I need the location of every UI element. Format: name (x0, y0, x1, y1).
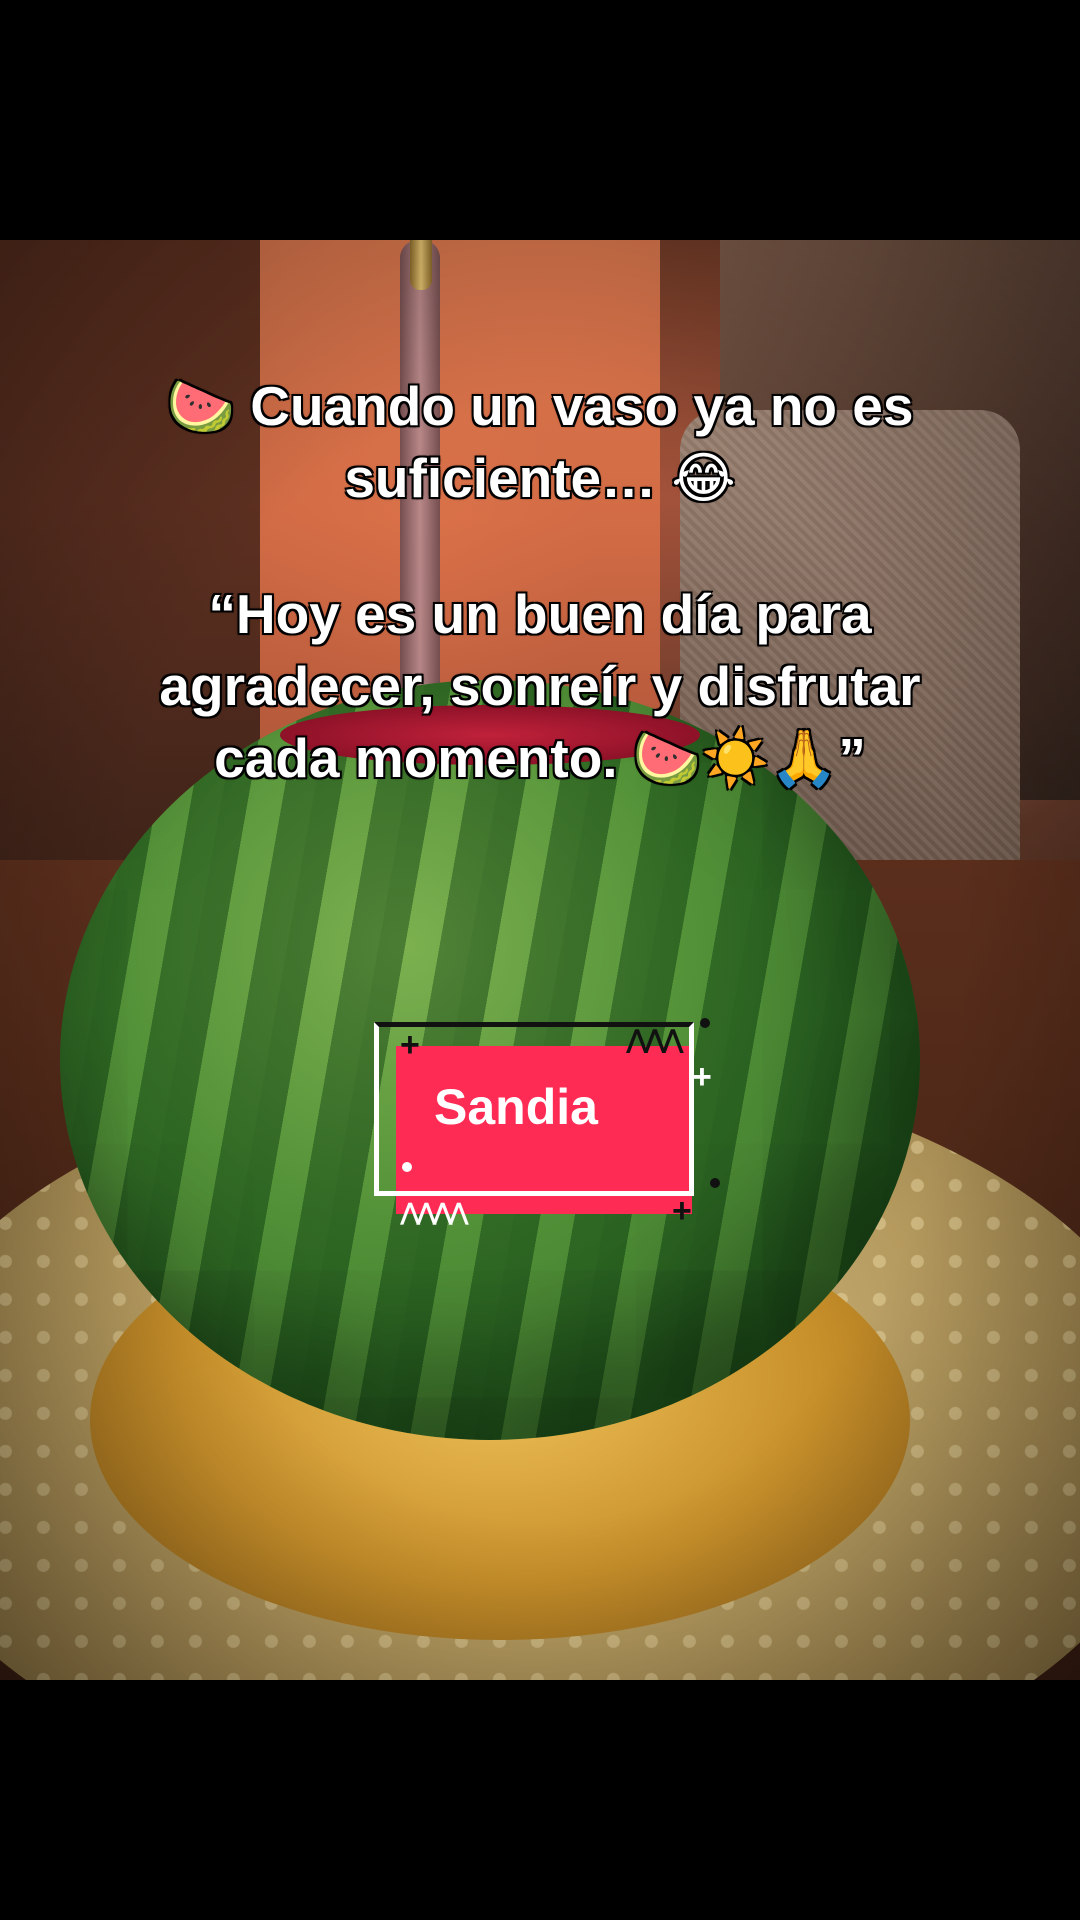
zigzag-icon: ⋀⋀⋀⋀ (400, 1199, 469, 1226)
sticker-label: Sandia (434, 1079, 598, 1135)
plus-icon: + (672, 1192, 692, 1230)
dot-icon (402, 1162, 412, 1172)
quote-line-3-text: cada momento. (214, 727, 633, 789)
zigzag-icon: ⋀⋀⋀ (626, 1024, 684, 1054)
quote-close-mark: ” (838, 727, 866, 789)
quote-line-2: agradecer, sonreír y disfrutar (159, 655, 921, 717)
caption-line-1: 🍉 Cuando un vaso ya no es (0, 370, 1080, 442)
quote-line-3: cada momento. 🍉☀️🙏” (0, 722, 1080, 794)
watermelon-emoji-icon: 🍉 (166, 374, 235, 438)
dot-icon (700, 1018, 710, 1028)
caption-top: 🍉 Cuando un vaso ya no es suficiente… 😂 (0, 370, 1080, 514)
watermelon-sun-pray-emoji-icon: 🍉☀️🙏 (632, 726, 839, 790)
video-frame: 🍉 Cuando un vaso ya no es suficiente… 😂 … (0, 0, 1080, 1920)
sandia-sticker: Sandia + ⋀⋀⋀ + ⋀⋀⋀⋀ + (370, 1018, 720, 1228)
caption-line-1-text: Cuando un vaso ya no es (235, 375, 914, 437)
caption-line-2: suficiente… 😂 (0, 442, 1080, 514)
quote-line-1: “Hoy es un buen día para (208, 583, 872, 645)
caption-quote: “Hoy es un buen día para agradecer, sonr… (0, 578, 1080, 794)
caption-line-2-text: suficiente… (344, 447, 672, 509)
plus-icon: + (400, 1026, 420, 1064)
laughing-emoji-icon: 😂 (671, 446, 736, 510)
dot-icon (710, 1178, 720, 1188)
plus-icon: + (692, 1058, 712, 1096)
